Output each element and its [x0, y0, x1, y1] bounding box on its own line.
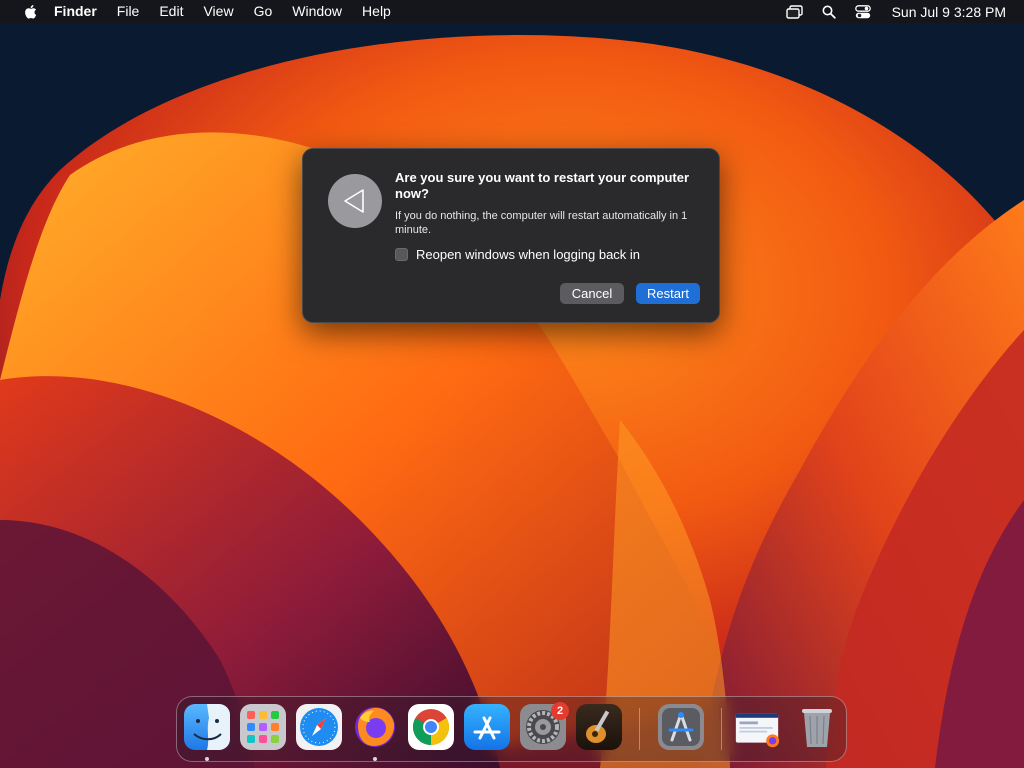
control-center-icon[interactable] [854, 3, 872, 21]
dialog-message: If you do nothing, the computer will res… [395, 210, 688, 236]
menu-app-name[interactable]: Finder [54, 0, 97, 23]
cancel-button[interactable]: Cancel [560, 283, 624, 304]
restart-button[interactable]: Restart [636, 283, 700, 304]
spotlight-search-icon[interactable] [820, 3, 838, 21]
menu-bar: Finder File Edit View Go Window Help Sun… [0, 0, 1024, 23]
restart-dialog: Are you sure you want to restart your co… [302, 148, 720, 323]
menu-go[interactable]: Go [254, 0, 273, 23]
finder-running-indicator [205, 757, 209, 761]
menu-help[interactable]: Help [362, 0, 391, 23]
safari-icon[interactable] [296, 704, 342, 750]
reopen-windows-label[interactable]: Reopen windows when logging back in [416, 247, 640, 262]
apple-menu-icon[interactable] [20, 2, 40, 22]
dock-separator [639, 708, 640, 750]
firefox-window-thumbnail-icon[interactable] [734, 704, 780, 750]
menu-edit[interactable]: Edit [159, 0, 183, 23]
menu-window[interactable]: Window [292, 0, 342, 23]
firefox-icon[interactable] [352, 704, 398, 750]
system-settings-badge: 2 [551, 702, 569, 720]
screen-mirroring-icon[interactable] [785, 3, 804, 21]
reopen-windows-checkbox[interactable] [395, 248, 408, 261]
reopen-windows-option[interactable]: Reopen windows when logging back in [395, 247, 640, 262]
app-store-icon[interactable] [464, 704, 510, 750]
desktop-wallpaper [0, 0, 1024, 768]
chrome-icon[interactable] [408, 704, 454, 750]
trash-icon[interactable] [794, 704, 840, 750]
restart-icon [328, 174, 382, 228]
finder-icon[interactable] [184, 704, 230, 750]
menu-file[interactable]: File [117, 0, 140, 23]
firefox-running-indicator [373, 757, 377, 761]
launchpad-icon[interactable] [240, 704, 286, 750]
menubar-clock[interactable]: Sun Jul 9 3:28 PM [892, 4, 1006, 20]
garageband-icon[interactable] [576, 704, 622, 750]
menu-view[interactable]: View [203, 0, 233, 23]
dock-separator-2 [721, 708, 722, 750]
dialog-title: Are you sure you want to restart your co… [395, 170, 690, 201]
instruments-icon[interactable] [658, 704, 704, 750]
